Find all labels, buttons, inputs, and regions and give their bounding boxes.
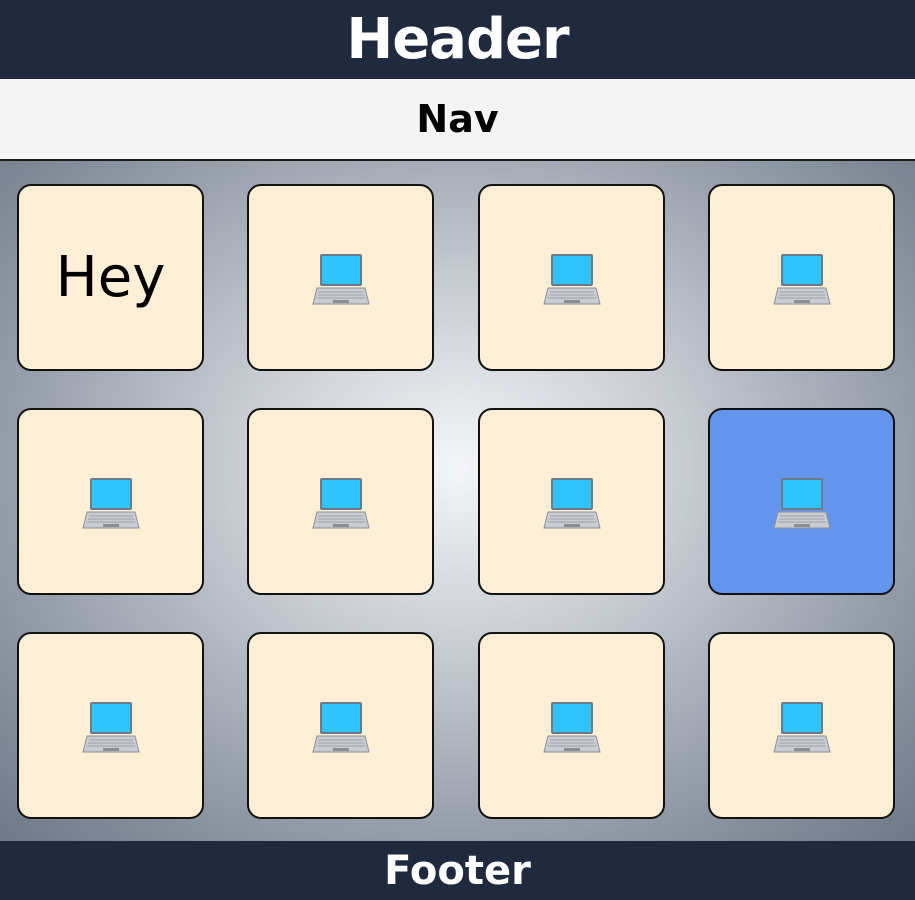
- page-header: Header: [0, 0, 915, 79]
- tile-text: Hey: [55, 245, 166, 310]
- footer-label: Footer: [384, 847, 531, 894]
- laptop-icon: [81, 696, 141, 756]
- laptop-icon: [772, 248, 832, 308]
- laptop-icon: [772, 696, 832, 756]
- laptop-icon: [772, 472, 832, 532]
- tile-10[interactable]: [247, 632, 434, 819]
- header-title: Header: [346, 7, 569, 72]
- tile-11[interactable]: [478, 632, 665, 819]
- tile-5[interactable]: [17, 408, 204, 595]
- tile-1[interactable]: Hey: [17, 184, 204, 371]
- laptop-icon: [81, 472, 141, 532]
- laptop-icon: [542, 472, 602, 532]
- tile-7[interactable]: [478, 408, 665, 595]
- laptop-icon: [542, 248, 602, 308]
- tile-12[interactable]: [708, 632, 895, 819]
- tile-2[interactable]: [247, 184, 434, 371]
- tile-6[interactable]: [247, 408, 434, 595]
- laptop-icon: [311, 696, 371, 756]
- laptop-icon: [311, 248, 371, 308]
- laptop-icon: [542, 696, 602, 756]
- page-footer: Footer: [0, 841, 915, 900]
- tile-9[interactable]: [17, 632, 204, 819]
- tile-3[interactable]: [478, 184, 665, 371]
- nav-label: Nav: [416, 97, 499, 141]
- tile-4[interactable]: [708, 184, 895, 371]
- nav-bar[interactable]: Nav: [0, 79, 915, 161]
- tile-grid: Hey: [0, 161, 915, 841]
- laptop-icon: [311, 472, 371, 532]
- tile-8-selected[interactable]: [708, 408, 895, 595]
